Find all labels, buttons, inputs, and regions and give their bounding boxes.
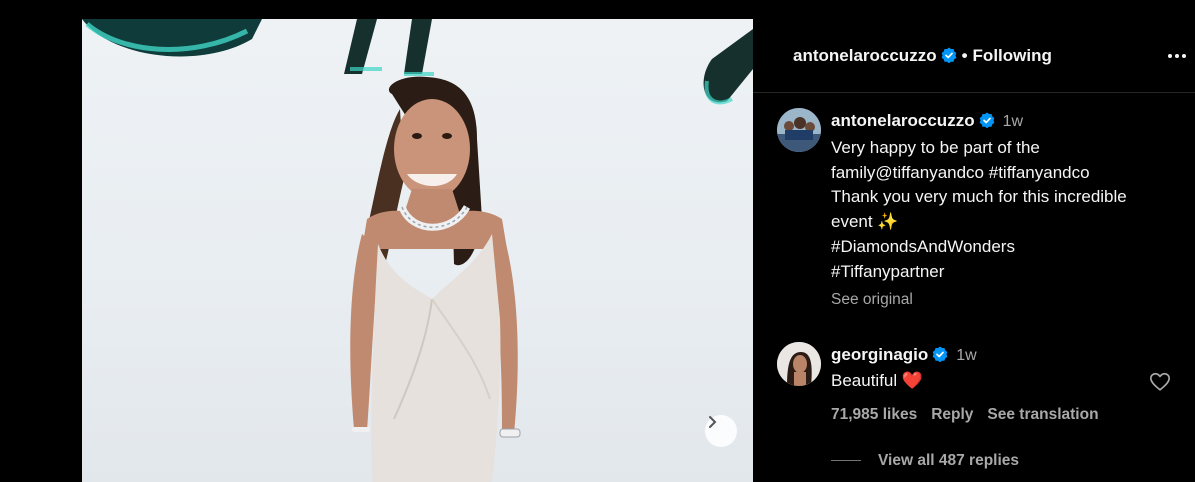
header-separator: •: [961, 46, 968, 65]
post-header: antonelaroccuzzo • Following: [753, 19, 1195, 93]
verified-badge-icon: [932, 346, 948, 362]
comment-time: 1w: [956, 347, 977, 364]
comment-meta-row: 71,985 likes Reply See translation: [831, 406, 1113, 424]
caption-avatar[interactable]: [777, 108, 821, 152]
photo-illustration: [82, 19, 753, 482]
caption-line: Very happy to be part of the: [831, 138, 1040, 157]
caption-text: Very happy to be part of the family@tiff…: [831, 136, 1191, 284]
view-replies-button[interactable]: View all 487 replies: [878, 452, 1019, 470]
avatar-image: [777, 342, 821, 386]
caption-line: #DiamondsAndWonders: [831, 236, 1015, 256]
caption-line: #Tiffanypartner: [831, 261, 945, 281]
comment-avatar[interactable]: [777, 342, 821, 386]
chevron-right-icon: [709, 416, 717, 428]
replies-divider: [831, 460, 861, 461]
see-original-link[interactable]: See original: [831, 291, 913, 309]
comment-user-row: georginagio 1w: [831, 345, 977, 365]
reply-button[interactable]: Reply: [931, 406, 973, 423]
post-photo[interactable]: [82, 19, 753, 482]
see-translation-button[interactable]: See translation: [987, 406, 1098, 423]
comment-username[interactable]: georginagio: [831, 345, 928, 364]
verified-badge-icon: [941, 47, 956, 63]
header-username[interactable]: antonelaroccuzzo: [793, 46, 937, 65]
more-options-icon[interactable]: [1165, 44, 1189, 68]
caption-user-row: antonelaroccuzzo 1w: [831, 111, 1023, 131]
comments-panel: antonelaroccuzzo • Following antonelaroccu…: [753, 19, 1195, 482]
heart-icon[interactable]: [1149, 371, 1171, 393]
header-user-row: antonelaroccuzzo • Following: [793, 46, 1052, 66]
avatar-image: [777, 108, 821, 152]
verified-badge-icon: [979, 112, 994, 128]
caption-line: family@tiffanyandco #tiffanyandco: [831, 162, 1090, 182]
comment-text: Beautiful ❤️: [831, 371, 924, 390]
caption-line: Thank you very much for this incredible: [831, 187, 1127, 207]
caption-username[interactable]: antonelaroccuzzo: [831, 111, 975, 130]
following-button[interactable]: Following: [973, 46, 1052, 65]
next-photo-button[interactable]: [705, 415, 737, 447]
caption-line: event ✨: [831, 212, 899, 232]
comment-likes[interactable]: 71,985 likes: [831, 406, 917, 423]
caption-time: 1w: [1002, 113, 1024, 130]
